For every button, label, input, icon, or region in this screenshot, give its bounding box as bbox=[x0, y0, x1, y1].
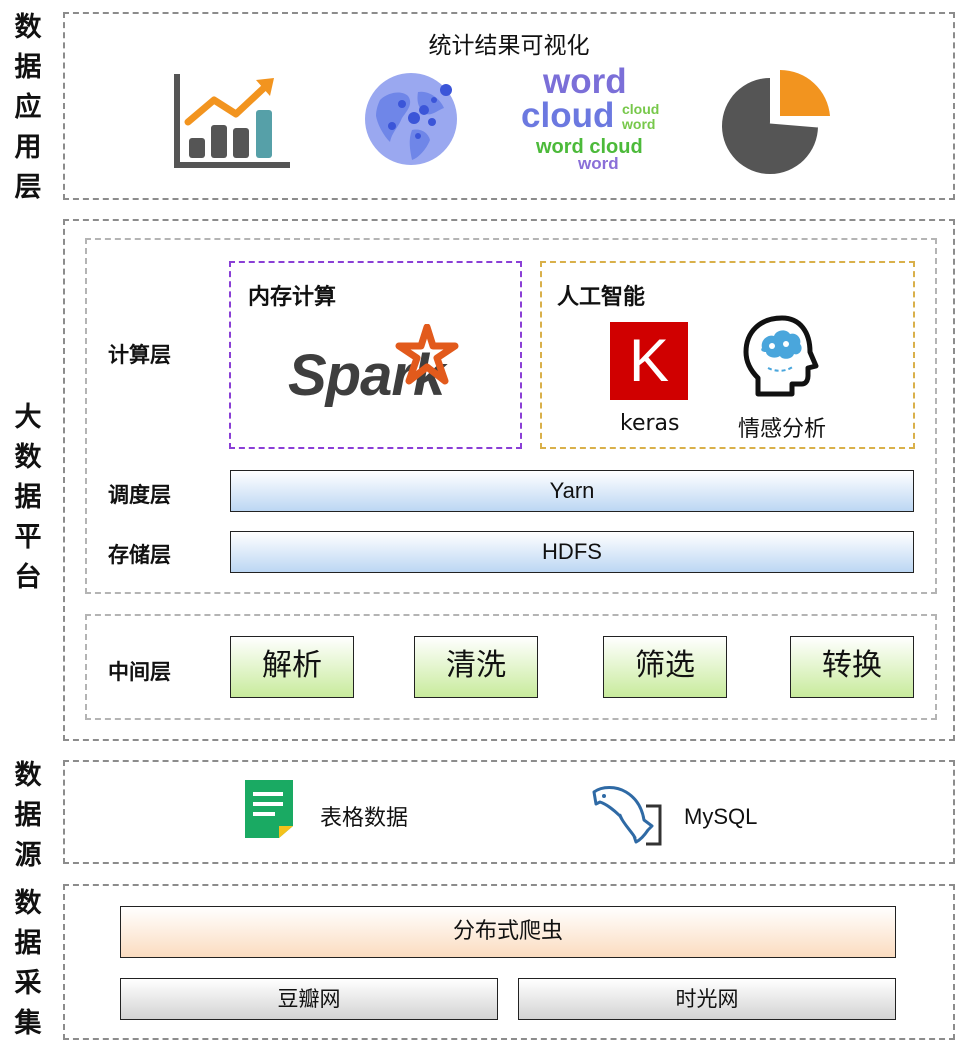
mysql-label: MySQL bbox=[684, 804, 758, 829]
keras-logo-icon: K bbox=[610, 322, 688, 400]
memory-computing-title: 内存计算 bbox=[248, 285, 337, 310]
layer-label-platform-text: 大数据平台 bbox=[14, 402, 42, 593]
layer-label-source: 数据源 bbox=[8, 756, 48, 876]
douban-site-bar: 豆瓣网 bbox=[120, 978, 498, 1020]
layer-label-collection-text: 数据采集 bbox=[14, 888, 42, 1039]
globe-icon bbox=[365, 73, 457, 165]
word-cloud-word-2: cloud bbox=[521, 96, 615, 135]
layer-label-application-text: 数据应用层 bbox=[14, 12, 42, 203]
ai-title: 人工智能 bbox=[557, 285, 646, 310]
word-cloud-word-4: word bbox=[622, 116, 656, 132]
spark-star-icon bbox=[395, 324, 459, 385]
pie-chart-icon bbox=[722, 69, 830, 174]
storage-layer-label: 存储层 bbox=[108, 543, 171, 567]
layer-label-platform: 大数据平台 bbox=[8, 398, 48, 598]
distributed-crawler-bar: 分布式爬虫 bbox=[120, 906, 896, 958]
hdfs-bar: HDFS bbox=[230, 531, 914, 573]
table-document-icon bbox=[245, 780, 293, 838]
yarn-bar: Yarn bbox=[230, 470, 914, 512]
mtime-site-bar: 时光网 bbox=[518, 978, 896, 1020]
middle-item-filter: 筛选 bbox=[603, 636, 727, 698]
layer-label-collection: 数据采集 bbox=[8, 884, 48, 1044]
middle-item-parse: 解析 bbox=[230, 636, 354, 698]
word-cloud-word-3: cloud bbox=[622, 101, 660, 117]
layer-label-application: 数据应用层 bbox=[8, 8, 48, 208]
layer-label-source-text: 数据源 bbox=[14, 760, 42, 871]
middle-layer-label: 中间层 bbox=[108, 660, 171, 684]
keras-label: keras bbox=[620, 411, 680, 436]
middle-item-clean: 清洗 bbox=[414, 636, 538, 698]
sentiment-label: 情感分析 bbox=[738, 417, 827, 442]
table-data-label: 表格数据 bbox=[320, 806, 409, 831]
word-cloud-word-1: word bbox=[543, 62, 627, 101]
schedule-layer-label: 调度层 bbox=[108, 483, 171, 507]
compute-layer-label: 计算层 bbox=[108, 343, 171, 367]
mysql-dolphin-icon bbox=[592, 786, 662, 846]
word-cloud-word-6: word bbox=[578, 154, 619, 173]
visualization-title: 统计结果可视化 bbox=[428, 33, 590, 59]
sentiment-head-icon bbox=[743, 315, 819, 397]
middle-item-transform: 转换 bbox=[790, 636, 914, 698]
source-layer-box bbox=[63, 760, 955, 864]
word-cloud-icon: word cloud cloud word word cloud word bbox=[518, 64, 668, 174]
line-bar-chart-icon bbox=[174, 74, 290, 168]
